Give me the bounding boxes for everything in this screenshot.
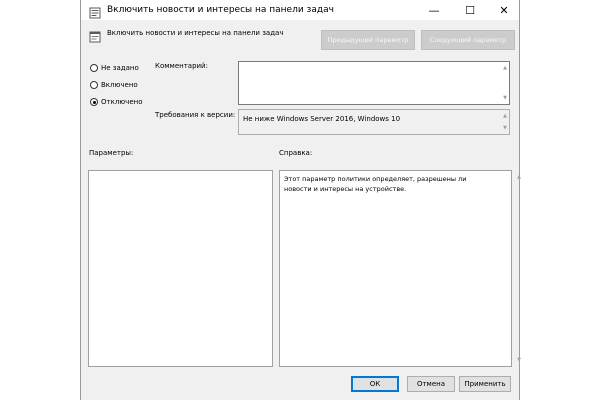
close-button[interactable]: ✕ <box>489 0 519 20</box>
scroll-down-icon[interactable]: ▼ <box>503 125 507 131</box>
minimize-button[interactable]: — <box>419 0 449 20</box>
radio-not-configured[interactable]: Не задано <box>90 62 139 74</box>
title-bar[interactable]: Включить новости и интересы на панели за… <box>81 0 519 20</box>
apply-button[interactable]: Применить <box>459 376 511 392</box>
radio-label: Не задано <box>101 64 139 72</box>
radio-disabled[interactable]: Отключено <box>90 96 142 108</box>
radio-circle[interactable] <box>90 64 98 72</box>
radio-circle[interactable] <box>90 81 98 89</box>
ok-button[interactable]: ОК <box>351 376 399 392</box>
policy-dialog-window: Включить новости и интересы на панели за… <box>80 0 521 400</box>
comment-textbox[interactable]: ▲ ▼ <box>238 61 510 105</box>
radio-label: Отключено <box>101 98 143 106</box>
policy-name: Включить новости и интересы на панели за… <box>107 29 284 37</box>
options-label: Параметры: <box>89 149 134 157</box>
next-setting-button[interactable]: Следующий параметр <box>421 30 515 50</box>
options-panel[interactable] <box>88 170 273 367</box>
scroll-down-icon[interactable]: ▼ <box>517 357 521 363</box>
comment-label: Комментарий: <box>155 62 208 70</box>
radio-label: Включено <box>101 81 138 89</box>
supported-on-value: Не ниже Windows Server 2016, Windows 10 <box>243 115 401 123</box>
supported-on-box: Не ниже Windows Server 2016, Windows 10 … <box>238 109 510 135</box>
supported-on-label: Требования к версии: <box>155 111 236 119</box>
radio-circle[interactable] <box>90 98 98 106</box>
policy-icon <box>89 4 101 19</box>
scroll-up-icon[interactable]: ▲ <box>503 113 507 119</box>
window-title: Включить новости и интересы на панели за… <box>107 5 334 15</box>
scroll-down-icon[interactable]: ▼ <box>503 95 507 101</box>
radio-enabled[interactable]: Включено <box>90 79 138 91</box>
cancel-button[interactable]: Отмена <box>407 376 455 392</box>
scroll-up-icon[interactable]: ▲ <box>517 174 521 180</box>
scroll-up-icon[interactable]: ▲ <box>503 65 507 71</box>
help-label: Справка: <box>279 149 313 157</box>
maximize-button[interactable]: ☐ <box>455 0 485 20</box>
help-panel[interactable]: Этот параметр политики определяет, разре… <box>279 170 521 367</box>
policy-setting-icon <box>89 28 101 43</box>
previous-setting-button[interactable]: Предыдущий параметр <box>321 30 415 50</box>
help-text: Этот параметр политики определяет, разре… <box>284 175 467 193</box>
